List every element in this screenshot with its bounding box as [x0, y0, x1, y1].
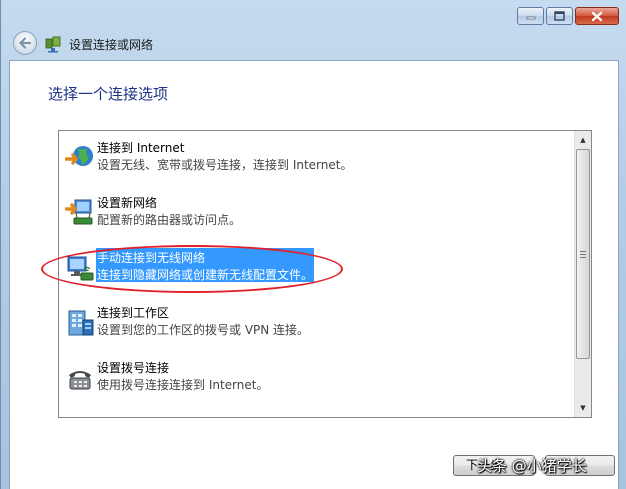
watermark-text: 头条 @小猪学长	[477, 456, 587, 475]
list-item-manual-wireless[interactable]: 手动连接到无线网络 连接到隐藏网络或创建新无线配置文件。	[59, 245, 574, 295]
option-description: 设置到您的工作区的拨号或 VPN 连接。	[97, 323, 310, 337]
content-panel: 选择一个连接选项 连接到 Internet 设置无线、宽带或拨号连接，连接到 I…	[9, 60, 619, 489]
scrollbar-thumb[interactable]	[576, 149, 590, 359]
triangle-up-icon: ▲	[580, 136, 586, 144]
watermark: 头条 @小猪学长	[477, 454, 587, 476]
option-description: 使用拨号连接连接到 Internet。	[97, 378, 269, 392]
list-item-dialup[interactable]: 设置拨号连接 使用拨号连接连接到 Internet。	[59, 355, 574, 405]
option-title: 设置新网络	[97, 196, 158, 210]
option-title: 设置拨号连接	[97, 361, 170, 375]
maximize-icon	[554, 11, 565, 21]
option-description: 配置新的路由器或访问点。	[97, 213, 242, 227]
nav-title: 设置连接或网络	[69, 38, 154, 52]
dialog-window: 设置连接或网络 选择一个连接选项 连接到 Internet 设置无线、宽带或拨号…	[0, 0, 626, 489]
back-arrow-icon	[19, 37, 32, 49]
grip-icon	[580, 250, 586, 258]
scroll-down-button[interactable]: ▼	[575, 400, 591, 416]
wireless-network-icon	[67, 256, 94, 281]
dialup-phone-icon	[69, 371, 91, 390]
network-setup-icon	[45, 36, 61, 53]
close-button[interactable]	[575, 7, 619, 25]
connection-options-list: 连接到 Internet 设置无线、宽带或拨号连接，连接到 Internet。 …	[58, 130, 592, 418]
list-item-connect-internet[interactable]: 连接到 Internet 设置无线、宽带或拨号连接，连接到 Internet。	[59, 135, 574, 185]
navigation-bar: 设置连接或网络	[1, 28, 626, 58]
option-title: 连接到 Internet	[97, 141, 185, 155]
list-item-new-network[interactable]: 设置新网络 配置新的路由器或访问点。	[59, 190, 574, 240]
minimize-icon	[526, 16, 535, 20]
page-heading: 选择一个连接选项	[48, 85, 169, 103]
option-description: 连接到隐藏网络或创建新无线配置文件。	[97, 268, 314, 282]
internet-globe-icon	[65, 146, 93, 166]
close-icon	[591, 11, 603, 21]
option-description: 设置无线、宽带或拨号连接，连接到 Internet。	[97, 158, 353, 172]
maximize-button[interactable]	[546, 7, 573, 25]
new-network-router-icon	[65, 199, 93, 225]
triangle-down-icon: ▼	[580, 404, 586, 412]
option-title: 连接到工作区	[97, 306, 170, 320]
scroll-up-button[interactable]: ▲	[575, 132, 591, 148]
title-bar-buttons	[517, 7, 619, 25]
workplace-building-icon	[68, 310, 94, 336]
back-button[interactable]	[13, 31, 37, 55]
list-item-workplace[interactable]: 连接到工作区 设置到您的工作区的拨号或 VPN 连接。	[59, 300, 574, 350]
vertical-scrollbar[interactable]: ▲ ▼	[574, 131, 591, 417]
option-title: 手动连接到无线网络	[97, 251, 206, 265]
minimize-button[interactable]	[517, 7, 544, 25]
